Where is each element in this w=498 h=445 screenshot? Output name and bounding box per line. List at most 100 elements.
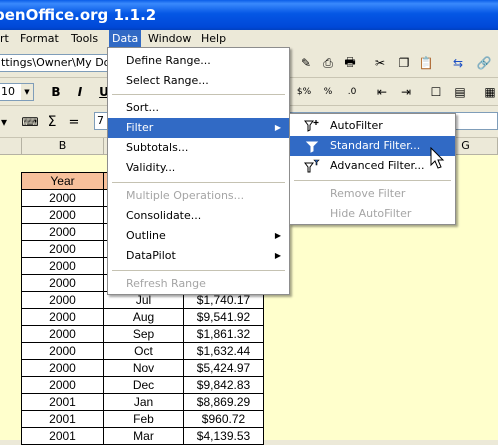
table-cell[interactable]: 2001 [21,410,104,428]
data-menu: Define Range... Select Range... Sort... … [107,47,290,295]
menu-item-multiple-operations: Multiple Operations... [126,189,245,202]
font-size-value: 10 [1,85,15,98]
url-input[interactable]: ttings\Owner\My Do [0,54,110,72]
menu-item-outline-label: Outline [126,229,166,242]
column-header-b[interactable]: B [22,138,104,155]
submenu-arrow-icon: ▶ [274,231,281,240]
italic-icon[interactable]: I [70,82,90,102]
menu-item-filter-label: Filter [126,121,154,134]
chevron-down-icon[interactable]: ▼ [21,84,33,100]
table-cell[interactable]: 2000 [21,274,104,292]
menu-separator [112,182,285,183]
menu-bar: rt Format Tools Data Window Help [0,30,498,48]
menu-item-standard-filter-label: Standard Filter... [330,139,421,152]
table-cell[interactable]: 2000 [21,376,104,394]
menu-item-autofilter-label: AutoFilter [330,119,383,132]
currency-format-icon[interactable]: $% [294,82,314,102]
table-cell[interactable]: 2000 [21,291,104,309]
edit-file-icon[interactable]: ✎ [296,53,316,73]
menu-separator [112,270,285,271]
table-cell[interactable]: Sep [103,325,184,343]
table-cell[interactable]: $1,861.32 [183,325,264,343]
table-row: 2000 Aug $9,541.92 [21,308,264,326]
borders-icon[interactable]: ☐ [426,82,446,102]
menu-item-select-range[interactable]: Select Range... [108,71,289,91]
table-cell[interactable]: Jan [103,393,184,411]
sum-icon[interactable]: Σ [42,112,62,132]
table-cell[interactable]: Mar [103,427,184,445]
table-cell[interactable]: 2000 [21,308,104,326]
table-row: 2000 Oct $1,632.44 [21,342,264,360]
table-cell[interactable]: $5,424.97 [183,359,264,377]
table-cell[interactable]: 2000 [21,223,104,241]
export-pdf-icon[interactable]: ⎙ [318,53,338,73]
background-color-icon[interactable]: ▤ [450,82,470,102]
bold-icon[interactable]: B [46,82,66,102]
menu-item-validity[interactable]: Validity... [108,158,289,178]
paste-icon[interactable]: 📋 [416,53,436,73]
menu-item-define-range[interactable]: Define Range... [108,51,289,71]
table-cell[interactable]: Aug [103,308,184,326]
table-cell[interactable]: $4,139.53 [183,427,264,445]
hyperlink-icon[interactable]: 🔗 [474,53,494,73]
function-wizard-icon[interactable]: ⌨ [20,112,40,132]
equals-icon[interactable]: = [64,112,84,132]
font-size-select[interactable]: 10 ▼ [0,83,34,101]
menu-tools[interactable]: Tools [68,30,101,48]
undo-icon[interactable]: ⇆ [448,53,468,73]
menu-separator [294,180,451,181]
font-color-icon[interactable]: ▦ [480,82,498,102]
decrease-indent-icon[interactable]: ⇤ [372,82,392,102]
add-decimal-icon[interactable]: .0 [342,82,362,102]
table-cell[interactable]: Feb [103,410,184,428]
autofilter-icon [304,120,319,132]
table-cell[interactable]: 2000 [21,189,104,207]
table-row: 2000 Dec $9,842.83 [21,376,264,394]
table-cell[interactable]: Dec [103,376,184,394]
menu-item-outline[interactable]: Outline ▶ [108,226,289,246]
copy-icon[interactable]: ❐ [394,53,414,73]
table-cell[interactable]: 2000 [21,359,104,377]
percent-format-icon[interactable]: % [318,82,338,102]
column-header-a[interactable] [0,138,22,155]
table-cell[interactable]: $8,869.29 [183,393,264,411]
menu-item-autofilter[interactable]: AutoFilter [290,116,455,136]
menu-insert[interactable]: rt [0,30,12,48]
submenu-arrow-icon: ▶ [274,251,281,260]
menu-data[interactable]: Data [109,30,142,48]
cut-icon[interactable]: ✂ [370,53,390,73]
table-cell[interactable]: 2000 [21,257,104,275]
menu-window[interactable]: Window [145,30,194,48]
table-cell[interactable]: Nov [103,359,184,377]
table-cell[interactable]: 2001 [21,393,104,411]
menu-separator [112,94,285,95]
table-row: 2000 Nov $5,424.97 [21,359,264,377]
menu-item-sort[interactable]: Sort... [108,98,289,118]
table-cell[interactable]: 2000 [21,240,104,258]
menu-item-filter[interactable]: Filter ▶ [108,118,289,138]
table-cell[interactable]: $9,842.83 [183,376,264,394]
menu-item-remove-filter: Remove Filter [330,187,406,200]
menu-item-subtotals[interactable]: Subtotals... [108,138,289,158]
menu-help[interactable]: Help [198,30,229,48]
print-icon[interactable]: 🖶 [340,53,360,73]
menu-item-advanced-filter-label: Advanced Filter... [330,159,425,172]
menu-item-consolidate[interactable]: Consolidate... [108,206,289,226]
table-cell[interactable]: 2000 [21,325,104,343]
menu-format[interactable]: Format [17,30,62,48]
table-cell[interactable]: $960.72 [183,410,264,428]
table-cell[interactable]: 2001 [21,427,104,445]
table-header-year[interactable]: Year [21,172,104,190]
table-cell[interactable]: $1,632.44 [183,342,264,360]
menu-item-datapilot-label: DataPilot [126,249,176,262]
menu-item-datapilot[interactable]: DataPilot ▶ [108,246,289,266]
table-cell[interactable]: $9,541.92 [183,308,264,326]
standard-filter-icon [305,141,319,153]
table-cell[interactable]: 2000 [21,206,104,224]
chevron-down-icon[interactable]: ▾ [0,112,14,132]
table-cell[interactable]: 2000 [21,342,104,360]
menu-item-hide-autofilter: Hide AutoFilter [330,207,412,220]
submenu-arrow-icon: ▶ [274,123,281,132]
table-cell[interactable]: Oct [103,342,184,360]
increase-indent-icon[interactable]: ⇥ [396,82,416,102]
